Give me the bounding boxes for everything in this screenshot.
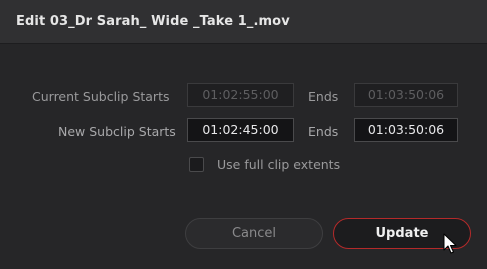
- mouse-pointer-icon: [443, 233, 457, 254]
- current-subclip-start-field: 01:02:55:00: [187, 83, 294, 107]
- current-subclip-end-field: 01:03:50:06: [354, 83, 458, 107]
- new-subclip-starts-label: New Subclip Starts: [58, 124, 176, 139]
- use-full-clip-extents-checkbox[interactable]: [189, 157, 204, 172]
- current-ends-label: Ends: [308, 89, 339, 104]
- edit-subclip-dialog: Edit 03_Dr Sarah_ Wide _Take 1_.mov Curr…: [0, 0, 487, 269]
- use-full-clip-extents-label[interactable]: Use full clip extents: [217, 157, 340, 172]
- dialog-title: Edit 03_Dr Sarah_ Wide _Take 1_.mov: [16, 14, 290, 29]
- current-subclip-starts-label: Current Subclip Starts: [32, 89, 170, 104]
- dialog-titlebar: Edit 03_Dr Sarah_ Wide _Take 1_.mov: [0, 0, 487, 44]
- new-ends-label: Ends: [308, 124, 339, 139]
- new-subclip-end-input[interactable]: 01:03:50:06: [354, 118, 458, 142]
- cancel-button[interactable]: Cancel: [185, 218, 323, 249]
- new-subclip-start-input[interactable]: 01:02:45:00: [187, 118, 294, 142]
